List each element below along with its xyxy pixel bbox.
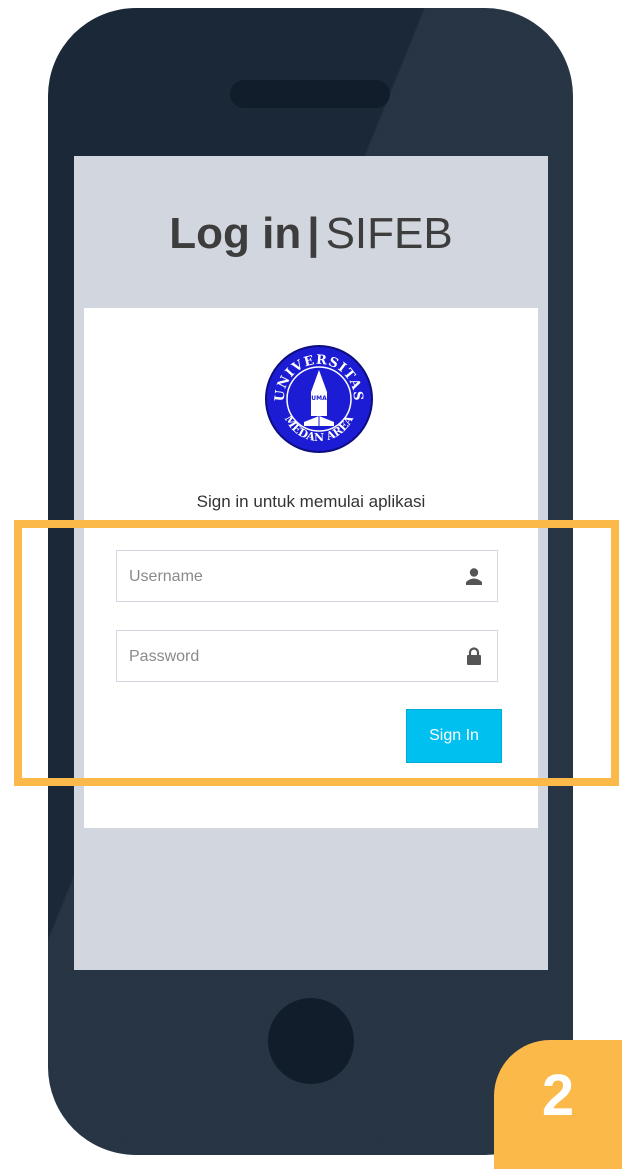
login-message: Sign in untuk memulai aplikasi bbox=[196, 492, 426, 511]
university-logo: UNIVERSITAS MEDAN AREA UMA bbox=[265, 345, 373, 453]
title-separator: | bbox=[307, 209, 320, 258]
step-number: 2 bbox=[541, 1063, 575, 1128]
phone-speaker bbox=[230, 80, 390, 108]
highlight-box bbox=[14, 520, 619, 786]
page-title: Log in | SIFEB bbox=[74, 204, 548, 264]
title-bold: Log in bbox=[169, 209, 302, 258]
step-badge: 2 bbox=[494, 1040, 622, 1169]
title-brand: SIFEB bbox=[325, 209, 453, 258]
logo-mid-text: UMA bbox=[311, 395, 327, 402]
home-button[interactable] bbox=[268, 998, 354, 1084]
